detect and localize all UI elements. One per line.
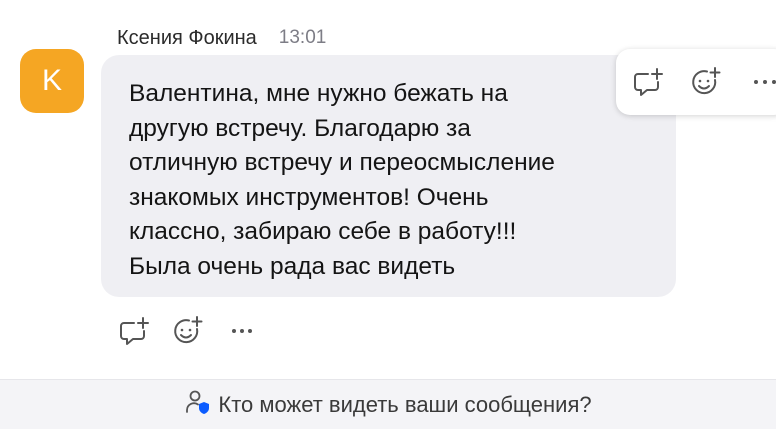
privacy-footer: Кто может видеть ваши сообщения? [0,379,776,429]
message-hover-toolbar [616,49,776,115]
emoji-add-icon [171,315,205,347]
reply-in-thread-button[interactable] [625,58,671,106]
sender-name[interactable]: Ксения Фокина [117,27,257,50]
avatar[interactable]: K [20,49,84,113]
message-actions-row [112,313,264,349]
message-text: Валентина, мне нужно бежать на другую вс… [129,80,555,280]
comment-add-icon [117,315,151,347]
more-options-button[interactable] [220,313,264,349]
who-can-see-text: Кто может видеть ваши сообщения? [218,391,592,417]
add-reaction-button[interactable] [683,58,729,106]
emoji-add-icon [689,66,723,98]
who-can-see-link[interactable]: Кто может видеть ваши сообщения? [184,388,592,421]
avatar-letter: K [41,64,62,97]
user-shield-icon [184,388,212,421]
more-horizontal-icon [230,327,254,335]
comment-add-icon [631,66,665,98]
reply-in-thread-button[interactable] [112,313,156,349]
add-reaction-button[interactable] [166,313,210,349]
message-header: Ксения Фокина 13:01 [117,25,326,51]
more-horizontal-icon [752,78,776,86]
message-bubble[interactable]: Валентина, мне нужно бежать на другую вс… [101,55,676,297]
message-time: 13:01 [278,27,327,48]
more-options-button[interactable] [742,58,776,106]
